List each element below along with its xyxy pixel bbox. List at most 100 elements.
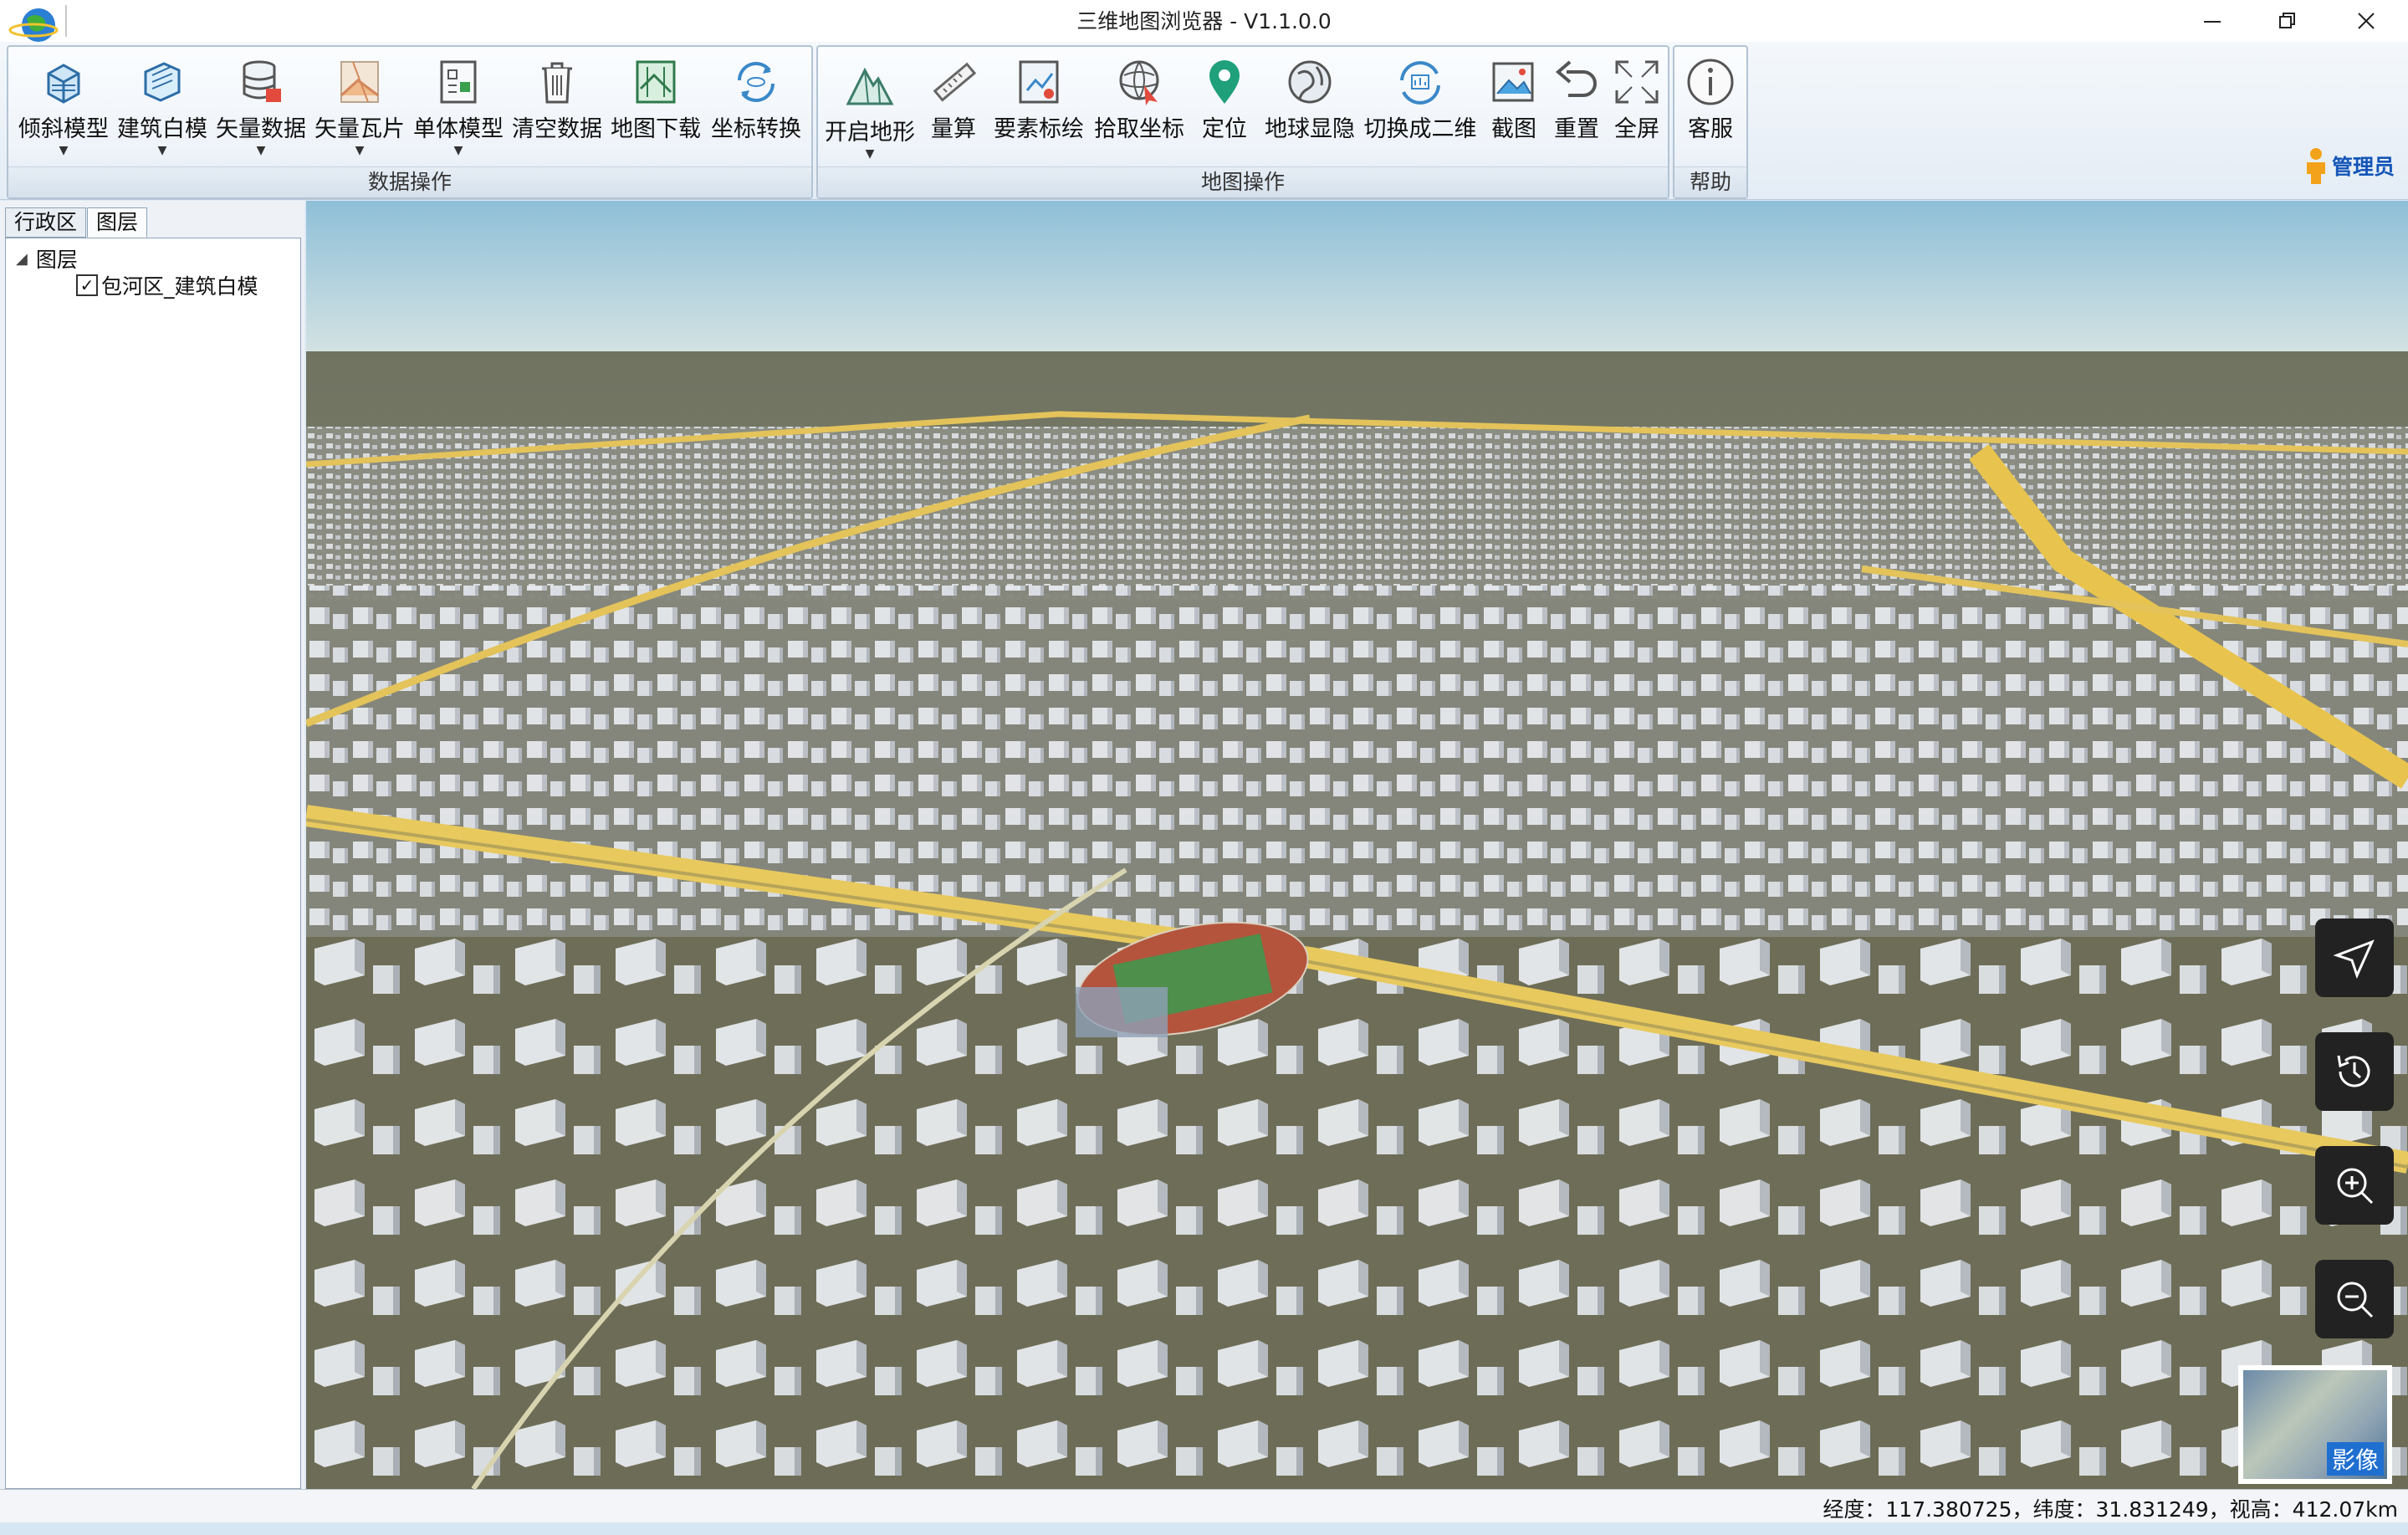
terrain-icon — [846, 67, 894, 105]
window-title: 三维地图浏览器 - V1.1.0.0 — [1076, 9, 1332, 33]
tree-node-root[interactable]: ◢ 图层 — [16, 243, 78, 274]
terrain-label: 开启地形 — [825, 120, 915, 146]
group-label-data-operations: 数据操作 — [8, 166, 811, 197]
single-model-button[interactable]: 单体模型 ▼ — [412, 55, 505, 166]
location-pin-icon — [1209, 60, 1240, 104]
measure-button[interactable]: 量算 — [920, 55, 987, 166]
restore-icon — [2279, 13, 2295, 28]
compass-arrow-icon — [2333, 939, 2375, 980]
pick-coordinate-icon — [1119, 60, 1159, 105]
map-download-button[interactable]: 地图下载 — [609, 55, 703, 166]
locate-button[interactable]: 定位 — [1191, 55, 1258, 166]
map-download-icon — [636, 60, 676, 104]
customer-service-label: 客服 — [1688, 116, 1733, 142]
globe-toggle-icon — [1288, 60, 1332, 104]
measure-label: 量算 — [931, 116, 976, 142]
minimize-icon — [2204, 21, 2221, 23]
dropdown-arrow-icon: ▼ — [256, 144, 266, 157]
building-model-label: 建筑白模 — [117, 116, 207, 142]
pick-coordinate-button[interactable]: 拾取坐标 — [1091, 55, 1188, 166]
group-label-help: 帮助 — [1674, 166, 1746, 197]
vector-tile-label: 矢量瓦片 — [314, 116, 405, 142]
screenshot-label: 截图 — [1491, 116, 1536, 142]
title-bar: 三维地图浏览器 - V1.1.0.0 — [0, 0, 2408, 42]
clear-data-label: 清空数据 — [512, 116, 602, 142]
reset-button[interactable]: 重置 — [1547, 55, 1606, 166]
tab-district[interactable]: 行政区 — [5, 207, 87, 238]
tree-root-label: 图层 — [35, 248, 78, 272]
group-data-operations: 倾斜模型 ▼ 建筑白模 ▼ 矢量数据 ▼ 矢量瓦片 ▼ 单体模型 ▼ 清空数据 — [7, 45, 813, 199]
reset-label: 重置 — [1554, 116, 1599, 142]
customer-service-button[interactable]: 客服 — [1678, 55, 1743, 166]
vector-data-button[interactable]: 矢量数据 ▼ — [214, 55, 308, 166]
coordinate-convert-label: 坐标转换 — [711, 116, 801, 142]
pick-coordinate-label: 拾取坐标 — [1094, 116, 1184, 142]
terrain-button[interactable]: 开启地形 ▼ — [823, 59, 917, 169]
history-icon — [2337, 1055, 2370, 1087]
vector-tile-button[interactable]: 矢量瓦片 ▼ — [313, 55, 406, 166]
fullscreen-icon — [1615, 60, 1659, 104]
layer-tree: ◢ 图层 ✓ 包河区_建筑白模 — [5, 238, 301, 1489]
status-bar: 经度：117.380725，纬度：31.831249，视高：412.07km — [0, 1489, 2408, 1523]
locate-label: 定位 — [1202, 116, 1247, 142]
screenshot-icon — [1492, 62, 1534, 102]
group-map-operations: 开启地形 ▼ 量算 要素标绘 拾取坐标 定位 地球显隐 切换成二维 截图 重置 … — [816, 45, 1669, 199]
close-icon — [2358, 13, 2375, 29]
map-download-label: 地图下载 — [611, 116, 701, 142]
user-name: 管理员 — [2331, 155, 2395, 179]
city-3d-scene — [306, 201, 2408, 1489]
dropdown-arrow-icon: ▼ — [59, 144, 69, 157]
coordinate-readout: 经度：117.380725，纬度：31.831249，视高：412.07km — [1823, 1497, 2398, 1522]
vector-tile-icon — [340, 61, 379, 103]
tree-node-layer[interactable]: ✓ 包河区_建筑白模 — [76, 270, 258, 300]
vector-data-icon — [243, 60, 281, 102]
basemap-switcher[interactable]: 影像 — [2238, 1365, 2392, 1484]
close-button[interactable] — [2329, 0, 2404, 42]
user-account[interactable]: 管理员 — [2305, 147, 2395, 184]
switch-2d-button[interactable]: 切换成二维 — [1362, 55, 1479, 166]
plot-label: 要素标绘 — [994, 116, 1084, 142]
compass-button[interactable] — [2315, 918, 2394, 997]
switch-2d-label: 切换成二维 — [1363, 116, 1477, 142]
fullscreen-button[interactable]: 全屏 — [1608, 55, 1666, 166]
dropdown-arrow-icon: ▼ — [865, 147, 875, 161]
group-help: 客服 帮助 — [1673, 45, 1748, 199]
dropdown-arrow-icon: ▼ — [157, 144, 167, 157]
history-button[interactable] — [2315, 1032, 2394, 1111]
fullscreen-label: 全屏 — [1614, 116, 1659, 142]
screenshot-button[interactable]: 截图 — [1482, 55, 1546, 166]
bottom-edge — [0, 1522, 2408, 1535]
plot-icon — [1019, 60, 1059, 104]
tilt-model-button[interactable]: 倾斜模型 ▼ — [17, 55, 110, 166]
clear-data-button[interactable]: 清空数据 — [510, 55, 604, 166]
globe-toggle-label: 地球显隐 — [1265, 116, 1355, 142]
left-panel: 行政区 图层 ◢ 图层 ✓ 包河区_建筑白模 — [0, 201, 304, 1489]
vector-data-label: 矢量数据 — [216, 116, 306, 142]
collapse-triangle-icon[interactable]: ◢ — [16, 250, 28, 268]
zoom-out-button[interactable] — [2315, 1260, 2394, 1338]
trash-icon — [542, 62, 572, 104]
undo-icon — [1555, 60, 1597, 97]
single-model-label: 单体模型 — [413, 116, 504, 142]
coordinate-convert-button[interactable]: 坐标转换 — [708, 55, 805, 166]
info-icon — [1687, 59, 1734, 105]
user-icon — [2306, 148, 2325, 184]
ribbon-toolbar: 倾斜模型 ▼ 建筑白模 ▼ 矢量数据 ▼ 矢量瓦片 ▼ 单体模型 ▼ 清空数据 — [0, 42, 2408, 200]
layer-checkbox[interactable]: ✓ — [76, 274, 98, 296]
plot-button[interactable]: 要素标绘 — [990, 55, 1087, 166]
switch-2d-icon — [1400, 61, 1440, 105]
tab-layers[interactable]: 图层 — [87, 207, 148, 238]
zoom-out-icon — [2337, 1282, 2374, 1318]
ruler-icon — [933, 62, 977, 102]
zoom-in-button[interactable] — [2315, 1146, 2394, 1225]
group-label-map-operations: 地图操作 — [818, 166, 1668, 197]
globe-toggle-button[interactable]: 地球显隐 — [1261, 55, 1358, 166]
single-model-icon — [440, 60, 477, 104]
layer-label: 包河区_建筑白模 — [101, 274, 258, 299]
restore-button[interactable] — [2250, 0, 2325, 42]
map-3d-view[interactable]: 影像 — [306, 201, 2408, 1489]
building-model-button[interactable]: 建筑白模 ▼ — [115, 55, 209, 166]
dropdown-arrow-icon: ▼ — [453, 144, 463, 157]
minimize-button[interactable] — [2175, 0, 2250, 42]
dropdown-arrow-icon: ▼ — [355, 144, 365, 157]
